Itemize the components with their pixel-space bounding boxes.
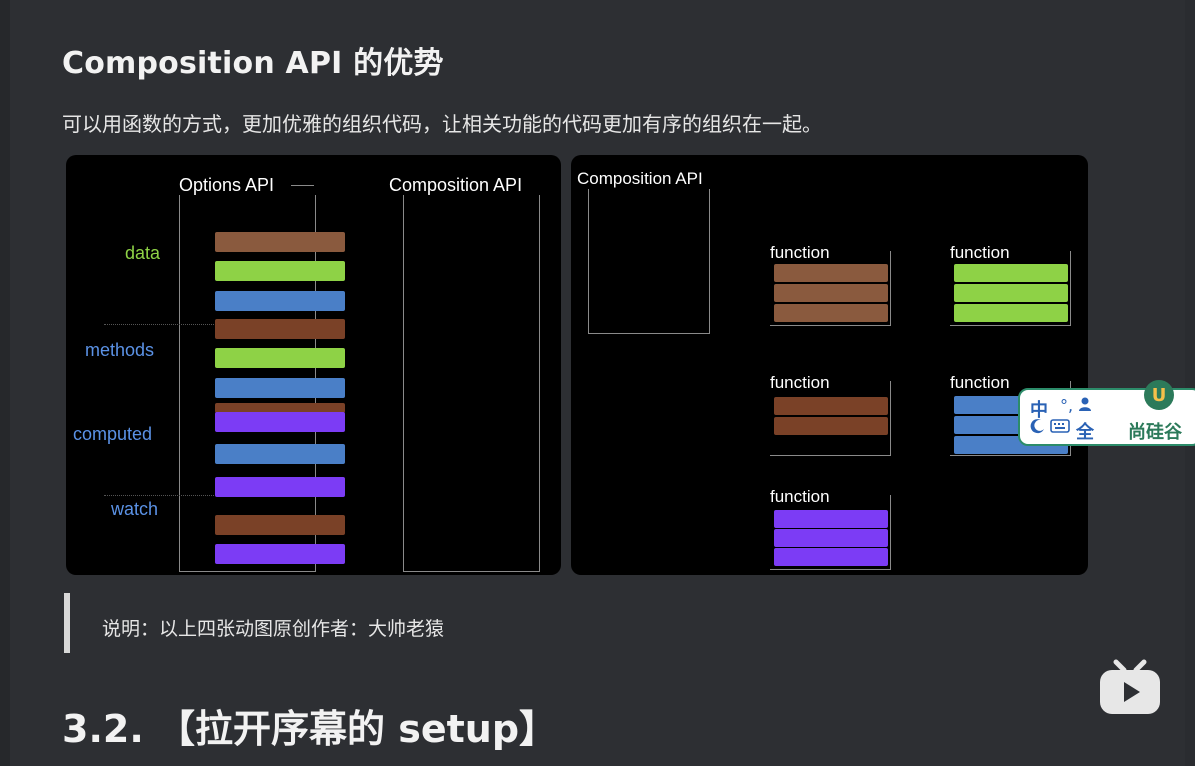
options-api-label: Options API — [179, 175, 275, 195]
ime-brand-label: 尚硅谷 — [1128, 422, 1182, 443]
tv-play-icon[interactable] — [1098, 658, 1162, 716]
user-icon[interactable] — [1078, 396, 1092, 416]
fn2-bar-3 — [954, 304, 1068, 322]
keyboard-icon[interactable] — [1050, 418, 1070, 437]
section-heading: Composition API 的优势 — [62, 46, 444, 81]
fn2-bar-2 — [954, 284, 1068, 302]
composition-api-label-2: Composition API — [577, 169, 703, 188]
bar-green-2 — [215, 348, 345, 368]
bar-purple-3 — [215, 544, 345, 564]
options-frame-top — [291, 185, 314, 186]
bar-purple-1 — [215, 412, 345, 432]
fn5-bar-3 — [774, 548, 888, 566]
shangguigu-logo: U — [1144, 380, 1174, 410]
bar-blue-2 — [215, 378, 345, 398]
fn1-bar-2 — [774, 284, 888, 302]
fn3-bar-2 — [774, 417, 888, 435]
composition-functions-diagram: Composition API function function functi… — [571, 155, 1088, 575]
category-watch: watch — [111, 499, 159, 519]
fn5-bar-2 — [774, 529, 888, 547]
divider-3 — [104, 495, 214, 496]
composition-api-frame-2 — [588, 189, 710, 334]
attribution-note: 说明：以上四张动图原创作者：大帅老猿 — [102, 618, 445, 640]
fn3-bar-1 — [774, 397, 888, 415]
composition-api-frame — [403, 195, 540, 572]
bar-purple-2 — [215, 477, 345, 497]
ime-fullwidth-toggle[interactable]: 全 — [1076, 418, 1094, 444]
options-vs-composition-diagram: Options API Composition API data methods… — [66, 155, 561, 575]
ime-toolbar[interactable]: U 中 °, 全 尚硅谷 — [1018, 380, 1195, 446]
section-title: 3.2. 【拉开序幕的 setup】 — [62, 707, 558, 751]
bar-brown-2 — [215, 319, 345, 339]
lead-paragraph: 可以用函数的方式，更加优雅的组织代码，让相关功能的代码更加有序的组织在一起。 — [62, 112, 822, 136]
moon-icon[interactable] — [1030, 418, 1046, 438]
bar-blue-3 — [215, 444, 345, 464]
scrollbar[interactable] — [1185, 0, 1195, 766]
blockquote-bar — [64, 593, 70, 653]
divider-1 — [104, 324, 214, 325]
category-methods: methods — [85, 340, 155, 360]
fn2-bar-1 — [954, 264, 1068, 282]
bar-brown-4 — [215, 515, 345, 535]
bar-brown-1 — [215, 232, 345, 252]
bar-blue-1 — [215, 291, 345, 311]
fn1-bar-1 — [774, 264, 888, 282]
fn1-bar-3 — [774, 304, 888, 322]
fn5-bar-1 — [774, 510, 888, 528]
category-data: data — [125, 243, 161, 263]
ime-punct-toggle[interactable]: °, — [1060, 396, 1073, 415]
left-rail — [0, 0, 10, 766]
category-computed: computed — [73, 424, 153, 444]
bar-green-1 — [215, 261, 345, 281]
composition-api-label: Composition API — [389, 175, 523, 195]
